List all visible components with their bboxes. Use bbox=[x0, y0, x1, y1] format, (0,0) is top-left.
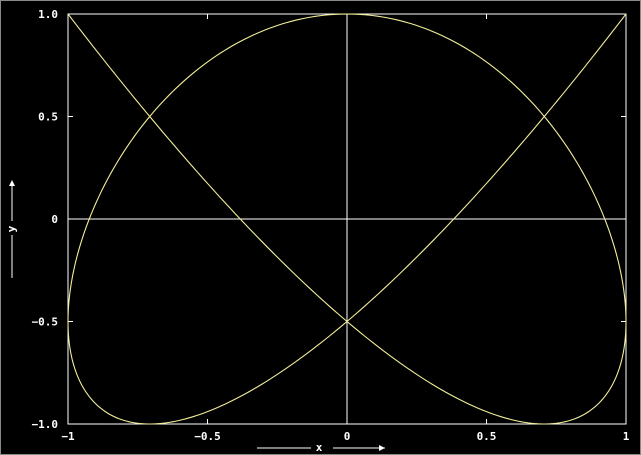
y-tick-label: 1.0 bbox=[38, 8, 58, 21]
ticks-layer: −1 −0.5 0 0.5 1 1.0 0.5 0 −0.5 −1.0 bbox=[32, 8, 630, 443]
y-tick-label: 0.5 bbox=[38, 111, 58, 124]
x-tick-label: −1 bbox=[61, 430, 75, 443]
x-tick-label: 0 bbox=[344, 430, 351, 443]
x-axis-label: x bbox=[316, 441, 323, 454]
y-arrow-head bbox=[9, 180, 15, 186]
zero-lines-layer bbox=[68, 14, 626, 424]
lissajous-chart: −1 −0.5 0 0.5 1 1.0 0.5 0 −0.5 −1.0 x y bbox=[5, 8, 630, 454]
x-tick-label: 1 bbox=[623, 430, 630, 443]
y-tick-label: −1.0 bbox=[32, 418, 59, 431]
x-tick-label: 0.5 bbox=[477, 430, 497, 443]
y-tick-label: 0 bbox=[51, 213, 58, 226]
x-tick-label: −0.5 bbox=[194, 430, 221, 443]
y-tick-label: −0.5 bbox=[32, 316, 59, 329]
axis-arrows-layer bbox=[9, 180, 385, 451]
x-arrow-head bbox=[379, 445, 385, 451]
plot-area: −1 −0.5 0 0.5 1 1.0 0.5 0 −0.5 −1.0 x y bbox=[0, 0, 641, 455]
y-axis-label: y bbox=[5, 225, 18, 232]
